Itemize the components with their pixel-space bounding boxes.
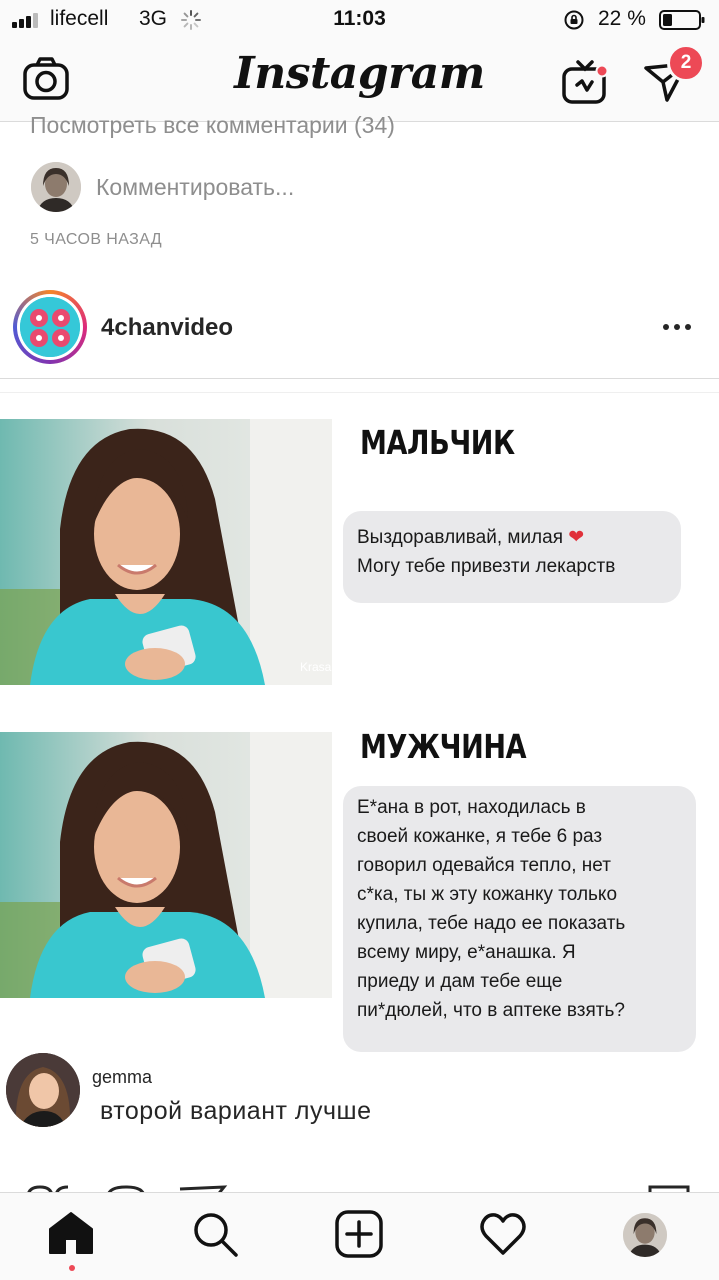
add-comment-row[interactable]: Комментировать... [0, 158, 719, 218]
watermark: Krasa [300, 660, 332, 674]
story-ring-avatar[interactable] [13, 290, 87, 364]
bubble-line: говорил одевайся тепло, нет [357, 855, 611, 876]
post-header: 4chanvideo [0, 286, 719, 370]
home-icon[interactable] [46, 1209, 96, 1259]
woman-with-phone-photo [0, 732, 332, 998]
home-active-dot [69, 1265, 75, 1271]
battery-icon [659, 10, 705, 30]
direct-badge: 2 [667, 44, 705, 82]
bubble-line: Могу тебе привезти лекарств [357, 556, 616, 577]
bottom-tab-bar [0, 1192, 719, 1280]
new-post-icon[interactable] [334, 1209, 384, 1259]
post-timestamp: 5 ЧАСОВ НАЗАД [30, 231, 163, 248]
comment-input[interactable]: Комментировать... [96, 174, 294, 201]
bubble-line: Е*ана в рот, находилась в [357, 797, 586, 818]
avatar-image [20, 297, 80, 357]
battery-percent: 22 % [598, 7, 646, 30]
user-avatar [31, 162, 81, 212]
view-all-comments-link[interactable]: Посмотреть все комментарии (34) [30, 112, 395, 139]
section-title-boy: МАЛЬЧИК [360, 423, 515, 462]
message-bubble-man: Е*ана в рот, находилась в своей кожанке,… [343, 786, 696, 1052]
more-options-icon[interactable] [660, 312, 694, 342]
message-bubble-boy: Выздоравливай, милая ❤ Могу тебе привезт… [343, 511, 681, 603]
bubble-line: купила, тебе надо ее показать [357, 913, 626, 934]
igtv-icon[interactable] [561, 58, 609, 106]
bubble-line: с*ка, ты ж эту кожанку только [357, 884, 618, 905]
section-title-man: МУЖЧИНА [360, 727, 527, 766]
bubble-line: своей кожанке, я тебе 6 раз [357, 826, 603, 847]
heart-icon[interactable] [478, 1209, 528, 1259]
bubble-line: приеду и дам тебе еще [357, 971, 563, 992]
comment-text: второй вариант лучше [100, 1097, 372, 1125]
instagram-logo: Instagram [234, 48, 485, 99]
heart-emoji-icon: ❤ [568, 527, 585, 548]
commenter-username[interactable]: gemma [92, 1067, 152, 1088]
profile-avatar[interactable] [623, 1213, 667, 1257]
woman-with-phone-photo: Krasa [0, 419, 332, 685]
bubble-line: всему миру, е*анашка. Я [357, 942, 576, 963]
app-header: Instagram 2 [0, 40, 719, 122]
status-bar: lifecell 3G 11:03 22 % [0, 0, 719, 40]
divider [0, 378, 719, 379]
commenter-avatar[interactable] [6, 1053, 80, 1127]
post-username[interactable]: 4chanvideo [101, 314, 233, 342]
rotation-lock-icon [564, 10, 584, 30]
search-icon[interactable] [190, 1209, 240, 1259]
bubble-line: пи*дюлей, что в аптеке взять? [357, 1000, 625, 1021]
bubble-line: Выздоравливай, милая ❤ [357, 527, 585, 548]
